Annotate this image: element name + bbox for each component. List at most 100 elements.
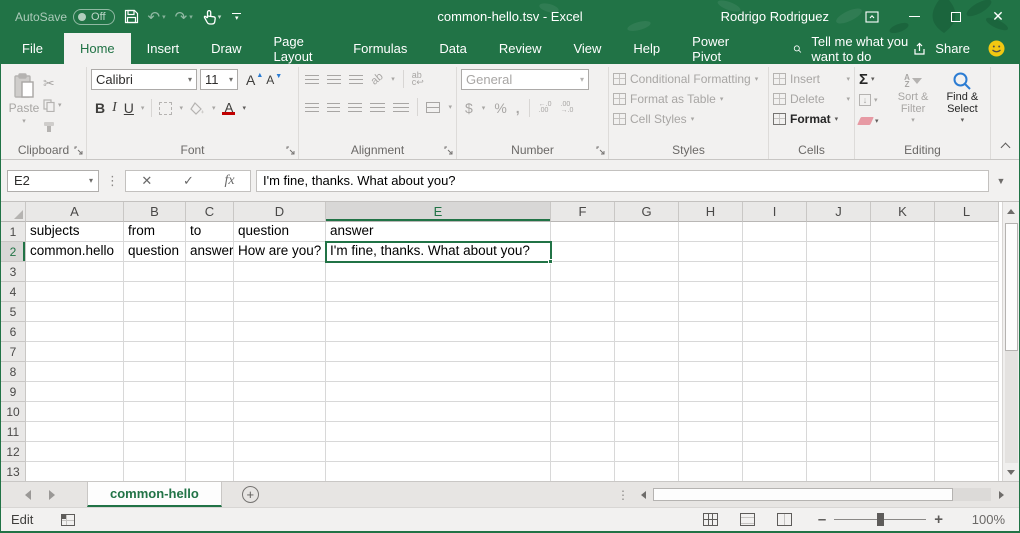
cell-C13[interactable]: [186, 462, 234, 481]
cell-B2[interactable]: question: [124, 242, 186, 262]
cell-L8[interactable]: [935, 362, 999, 382]
cell-H13[interactable]: [679, 462, 743, 481]
align-middle-icon[interactable]: [327, 75, 341, 84]
cell-E1[interactable]: answer: [326, 222, 551, 242]
fill-handle[interactable]: [548, 259, 553, 264]
cell-G9[interactable]: [615, 382, 679, 402]
share-button[interactable]: Share: [913, 33, 988, 64]
column-header-J[interactable]: J: [807, 202, 871, 222]
maximize-button[interactable]: [935, 0, 977, 33]
cell-K11[interactable]: [871, 422, 935, 442]
previous-sheet-icon[interactable]: [25, 490, 31, 500]
page-break-preview-icon[interactable]: [777, 513, 792, 526]
zoom-slider-track[interactable]: [834, 519, 926, 520]
cell-I3[interactable]: [743, 262, 807, 282]
cell-G8[interactable]: [615, 362, 679, 382]
cell-H7[interactable]: [679, 342, 743, 362]
cell-L6[interactable]: [935, 322, 999, 342]
cell-H3[interactable]: [679, 262, 743, 282]
collapse-ribbon-icon[interactable]: [1001, 143, 1011, 153]
number-format-dropdown-icon[interactable]: ▾: [580, 75, 584, 84]
cell-F10[interactable]: [551, 402, 615, 422]
cell-D2[interactable]: How are you?: [234, 242, 326, 262]
column-header-I[interactable]: I: [743, 202, 807, 222]
cell-H1[interactable]: [679, 222, 743, 242]
tab-review[interactable]: Review: [483, 33, 558, 64]
cell-K6[interactable]: [871, 322, 935, 342]
cell-B6[interactable]: [124, 322, 186, 342]
minimize-button[interactable]: [893, 0, 935, 33]
row-header-5[interactable]: 5: [1, 302, 26, 322]
cell-G1[interactable]: [615, 222, 679, 242]
column-header-G[interactable]: G: [615, 202, 679, 222]
cell-G11[interactable]: [615, 422, 679, 442]
column-header-F[interactable]: F: [551, 202, 615, 222]
cell-B13[interactable]: [124, 462, 186, 481]
cell-K2[interactable]: [871, 242, 935, 262]
cell-A5[interactable]: [26, 302, 124, 322]
sort-filter-button[interactable]: AZ Sort & Filter ▾: [889, 71, 936, 142]
cell-K8[interactable]: [871, 362, 935, 382]
cell-L11[interactable]: [935, 422, 999, 442]
cell-A13[interactable]: [26, 462, 124, 481]
save-button[interactable]: [124, 9, 139, 24]
row-header-7[interactable]: 7: [1, 342, 26, 362]
formula-input[interactable]: I'm fine, thanks. What about you?: [256, 170, 989, 192]
cell-F9[interactable]: [551, 382, 615, 402]
autosave-toggle[interactable]: AutoSave Off: [15, 9, 115, 25]
row-header-10[interactable]: 10: [1, 402, 26, 422]
bold-button[interactable]: B: [95, 100, 105, 116]
cell-G3[interactable]: [615, 262, 679, 282]
cell-J6[interactable]: [807, 322, 871, 342]
align-bottom-icon[interactable]: [349, 75, 363, 84]
cell-A11[interactable]: [26, 422, 124, 442]
cell-C8[interactable]: [186, 362, 234, 382]
cell-J2[interactable]: [807, 242, 871, 262]
cell-A2[interactable]: common.hello: [26, 242, 124, 262]
cell-B5[interactable]: [124, 302, 186, 322]
expand-formula-bar-icon[interactable]: ▼: [989, 176, 1013, 186]
merge-center-icon[interactable]: [426, 102, 441, 113]
zoom-level[interactable]: 100%: [969, 512, 1005, 527]
cell-G4[interactable]: [615, 282, 679, 302]
cell-A3[interactable]: [26, 262, 124, 282]
cell-L10[interactable]: [935, 402, 999, 422]
number-format-combo[interactable]: General ▾: [461, 69, 589, 90]
font-size-dropdown-icon[interactable]: ▾: [229, 75, 233, 84]
cell-K5[interactable]: [871, 302, 935, 322]
row-header-11[interactable]: 11: [1, 422, 26, 442]
cell-L1[interactable]: [935, 222, 999, 242]
orientation-dropdown-icon[interactable]: ▾: [391, 75, 395, 83]
zoom-in-icon[interactable]: +: [934, 515, 943, 525]
cell-C4[interactable]: [186, 282, 234, 302]
cell-E6[interactable]: [326, 322, 551, 342]
close-button[interactable]: ✕: [977, 0, 1019, 33]
increase-font-size-button[interactable]: A▲: [246, 72, 263, 88]
cell-F7[interactable]: [551, 342, 615, 362]
sheetbar-divider[interactable]: ⋮: [617, 482, 629, 507]
next-sheet-icon[interactable]: [49, 490, 55, 500]
cell-F6[interactable]: [551, 322, 615, 342]
normal-view-icon[interactable]: [703, 513, 718, 526]
cell-I5[interactable]: [743, 302, 807, 322]
cell-D8[interactable]: [234, 362, 326, 382]
cell-A6[interactable]: [26, 322, 124, 342]
cell-C10[interactable]: [186, 402, 234, 422]
cell-E5[interactable]: [326, 302, 551, 322]
cell-J13[interactable]: [807, 462, 871, 481]
cell-D10[interactable]: [234, 402, 326, 422]
autosum-button[interactable]: Σ ▾: [859, 71, 887, 87]
cell-C12[interactable]: [186, 442, 234, 462]
cell-A9[interactable]: [26, 382, 124, 402]
name-box[interactable]: E2 ▾: [7, 170, 99, 192]
vertical-scrollbar[interactable]: [1002, 202, 1019, 481]
cell-J9[interactable]: [807, 382, 871, 402]
tab-view[interactable]: View: [557, 33, 617, 64]
cell-C7[interactable]: [186, 342, 234, 362]
borders-dropdown-icon[interactable]: ▾: [179, 104, 183, 112]
cell-L12[interactable]: [935, 442, 999, 462]
cell-I13[interactable]: [743, 462, 807, 481]
tab-power-pivot[interactable]: Power Pivot: [676, 33, 753, 64]
row-header-6[interactable]: 6: [1, 322, 26, 342]
select-all-corner[interactable]: [1, 202, 26, 222]
